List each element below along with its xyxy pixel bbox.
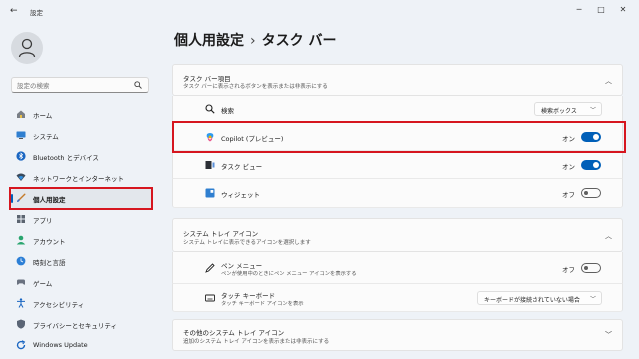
row-description: ペンが使用中のときにペン メニュー アイコンを表示する — [221, 271, 357, 277]
apps-icon — [17, 215, 25, 223]
section-title: システム トレイ アイコン — [183, 230, 259, 238]
maximize-button[interactable]: □ — [594, 4, 608, 16]
taskbar-items-header[interactable]: タスク バー項目 タスク バーに表示されるボタンを表示または非表示にする ︿ — [172, 64, 623, 96]
keyboard-icon — [205, 294, 215, 302]
setting-row-search: 検索 検索ボックス ﹀ — [172, 96, 623, 123]
task-view-icon — [205, 161, 215, 169]
settings-window: ← 設定 ─ □ ✕ ホーム システム Bluet — [0, 0, 639, 359]
app-title: 設定 — [30, 9, 43, 17]
toggle-state-label: オン — [562, 135, 575, 143]
chevron-down-icon: ﹀ — [589, 296, 596, 303]
shield-icon — [17, 319, 25, 329]
chevron-down-icon[interactable]: ﹀ — [605, 330, 612, 340]
minimize-button[interactable]: ─ — [572, 4, 586, 16]
update-icon — [16, 340, 26, 350]
title-bar: ← 設定 ─ □ ✕ — [0, 0, 639, 22]
setting-row-widgets: ウィジェット オフ — [172, 179, 623, 208]
bluetooth-icon — [16, 151, 26, 161]
widgets-toggle[interactable] — [581, 188, 601, 198]
pen-menu-toggle[interactable] — [581, 263, 601, 273]
time-language-icon — [16, 256, 26, 266]
chevron-down-icon: ﹀ — [589, 107, 596, 114]
account-icon — [16, 235, 26, 245]
row-label: ウィジェット — [221, 191, 260, 199]
sidebar-item-privacy[interactable]: プライバシーとセキュリティ — [11, 315, 153, 334]
touch-keyboard-dropdown[interactable]: キーボードが接続されていない場合 ﹀ — [477, 291, 602, 305]
section-title: その他のシステム トレイ アイコン — [183, 329, 285, 337]
sidebar-item-windows-update[interactable]: Windows Update — [11, 336, 153, 355]
avatar[interactable] — [11, 32, 43, 64]
widgets-icon — [205, 188, 215, 198]
settings-search-box[interactable] — [11, 77, 149, 93]
home-icon — [17, 110, 25, 118]
settings-search-input[interactable] — [17, 80, 127, 91]
sidebar-item-personalization[interactable]: 個人用設定 — [11, 189, 153, 208]
breadcrumb-separator: › — [250, 33, 256, 49]
sidebar-item-accounts[interactable]: アカウント — [11, 231, 153, 250]
section-subtitle: タスク バーに表示されるボタンを表示または非表示にする — [183, 84, 328, 90]
row-label: Copilot (プレビュー) — [221, 135, 284, 143]
sidebar-item-system[interactable]: システム — [11, 126, 153, 145]
user-icon — [18, 38, 36, 58]
pen-icon — [205, 263, 215, 273]
copilot-icon — [206, 133, 214, 142]
sidebar-item-gaming[interactable]: ゲーム — [11, 273, 153, 292]
accessibility-icon — [17, 298, 25, 308]
search-mode-dropdown[interactable]: 検索ボックス ﹀ — [534, 102, 602, 116]
close-button[interactable]: ✕ — [616, 4, 630, 16]
chevron-up-icon[interactable]: ︿ — [605, 76, 612, 86]
search-icon — [134, 81, 142, 89]
copilot-toggle[interactable] — [581, 132, 601, 142]
system-icon — [16, 131, 26, 139]
section-subtitle: 追加のシステム トレイ アイコンを表示または非表示にする — [183, 339, 330, 345]
setting-row-pen-menu: ペン メニュー ペンが使用中のときにペン メニュー アイコンを表示する オフ — [172, 252, 623, 284]
game-icon — [17, 279, 25, 285]
back-arrow-icon[interactable]: ← — [10, 6, 22, 16]
setting-row-task-view: タスク ビュー オン — [172, 151, 623, 179]
setting-row-copilot: Copilot (プレビュー) オン — [172, 123, 623, 151]
toggle-state-label: オン — [562, 163, 575, 171]
sidebar-item-time-language[interactable]: 時刻と言語 — [11, 252, 153, 271]
brush-icon — [17, 193, 26, 202]
sidebar-item-network[interactable]: ネットワークとインターネット — [11, 168, 153, 187]
toggle-state-label: オフ — [562, 191, 575, 199]
system-tray-header[interactable]: システム トレイ アイコン システム トレイに表示できるアイコンを選択します ︿ — [172, 218, 623, 252]
sidebar-item-home[interactable]: ホーム — [11, 105, 153, 124]
toggle-state-label: オフ — [562, 266, 575, 274]
breadcrumb: 個人用設定 › タスク バー — [174, 30, 336, 50]
breadcrumb-current: タスク バー — [261, 33, 337, 49]
breadcrumb-parent[interactable]: 個人用設定 — [174, 33, 244, 49]
row-description: タッチ キーボード アイコンを表示 — [221, 301, 304, 307]
network-icon — [16, 173, 26, 181]
task-view-toggle[interactable] — [581, 160, 601, 170]
chevron-up-icon[interactable]: ︿ — [605, 231, 612, 241]
setting-row-touch-keyboard: タッチ キーボード タッチ キーボード アイコンを表示 キーボードが接続されてい… — [172, 284, 623, 312]
sidebar-item-bluetooth[interactable]: Bluetooth とデバイス — [11, 147, 153, 166]
row-label: 検索 — [221, 107, 234, 115]
sidebar-item-apps[interactable]: アプリ — [11, 210, 153, 229]
dropdown-value: キーボードが接続されていない場合 — [484, 297, 580, 304]
dropdown-value: 検索ボックス — [541, 108, 577, 115]
section-subtitle: システム トレイに表示できるアイコンを選択します — [183, 240, 311, 246]
row-label: タスク ビュー — [221, 163, 263, 171]
sidebar-item-accessibility[interactable]: アクセシビリティ — [11, 294, 153, 313]
search-icon — [205, 104, 215, 114]
other-tray-icons-header[interactable]: その他のシステム トレイ アイコン 追加のシステム トレイ アイコンを表示または… — [172, 319, 623, 351]
